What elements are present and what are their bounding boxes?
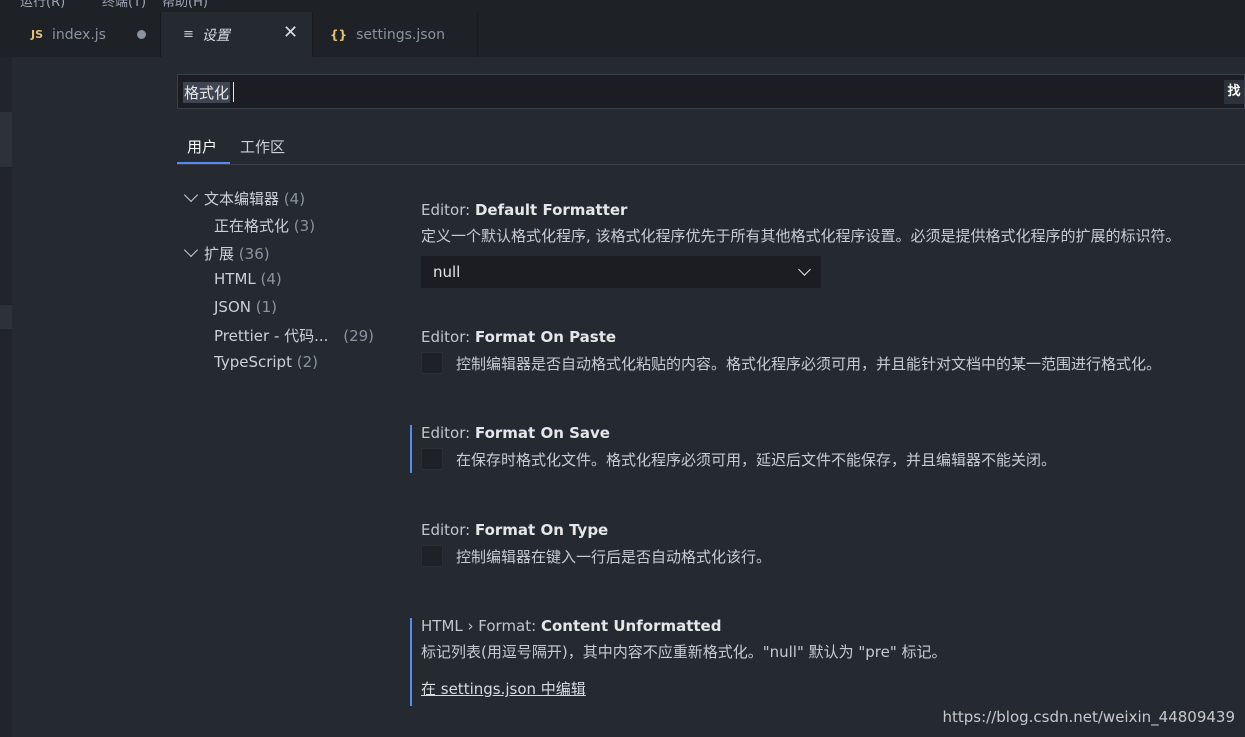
toc-count: (1) [255, 298, 278, 316]
setting-name: Format On Save [474, 424, 610, 442]
chevron-down-icon[interactable] [183, 242, 199, 258]
setting-description: 在保存时格式化文件。格式化程序必须可用，延迟后文件不能保存，并且编辑器不能关闭。 [456, 450, 1057, 469]
default-formatter-select[interactable]: null [421, 256, 821, 288]
setting-name: Content Unformatted [540, 617, 722, 635]
setting-format-on-type: Editor: Format On Type 控制编辑器在键入一行后是否自动格式… [421, 521, 1245, 567]
setting-title: Editor: Format On Save [421, 424, 1245, 442]
menu-bar: 运行(R) 终端(T) 帮助(H) [0, 0, 1245, 12]
setting-description: 标记列表(用逗号隔开)，其中内容不应重新格式化。"null" 默认为 "pre"… [421, 643, 947, 661]
toc-count: (2) [296, 353, 318, 371]
select-value: null [433, 263, 461, 281]
tab-label: settings.json [356, 26, 445, 43]
setting-description: 定义一个默认格式化程序, 该格式化程序优先于所有其他格式化程序设置。必须是提供格… [421, 227, 1181, 245]
toc-label: 文本编辑器 [204, 190, 280, 208]
toc-count: (3) [293, 217, 316, 235]
menu-item-help[interactable]: 帮助(H) [162, 0, 208, 10]
setting-category: Editor: [421, 521, 475, 539]
tab-settings[interactable]: ≡ 设置 ✕ [161, 12, 313, 57]
search-input-value: 格式化 [183, 82, 231, 103]
tab-index-js[interactable]: JS index.js [0, 12, 161, 57]
setting-name: Default Formatter [474, 201, 628, 219]
toc-item-prettier[interactable]: Prettier - 代码... (29) [214, 325, 374, 346]
setting-category: Editor: [421, 201, 475, 219]
close-icon[interactable]: ✕ [283, 22, 298, 43]
chevron-down-icon[interactable] [183, 187, 199, 203]
tab-user[interactable]: 用户 [187, 136, 217, 157]
settings-search-input[interactable]: 格式化 找 [177, 74, 1245, 109]
tab-workspace[interactable]: 工作区 [240, 136, 285, 157]
toc-item-formatting[interactable]: 正在格式化 (3) [214, 215, 315, 236]
toc-count: (29) [343, 327, 375, 345]
side-bar-edge [0, 57, 12, 737]
toc-label: TypeScript [214, 353, 292, 371]
tab-label: 设置 [201, 27, 230, 44]
toc-count: (4) [283, 190, 306, 208]
search-side-button[interactable]: 找 [1224, 80, 1244, 104]
toc-item-text-editor[interactable]: 文本编辑器 (4) [183, 187, 306, 209]
editor-tab-bar: JS index.js ≡ 设置 ✕ {} settings.json [0, 12, 1245, 57]
setting-format-on-paste: Editor: Format On Paste 控制编辑器是否自动格式化粘贴的内… [421, 328, 1245, 374]
json-braces-icon: {} [330, 27, 348, 42]
modified-indicator [410, 425, 412, 473]
setting-default-formatter: Editor: Default Formatter 定义一个默认格式化程序, 该… [421, 201, 1245, 246]
toc-item-json[interactable]: JSON (1) [214, 298, 277, 316]
watermark-url: https://blog.csdn.net/weixin_44809439 [942, 708, 1235, 726]
setting-name: Format On Type [474, 521, 609, 539]
format-on-save-checkbox[interactable] [421, 448, 443, 470]
setting-description: 控制编辑器是否自动格式化粘贴的内容。格式化程序必须可用，并且能针对文档中的某一范… [456, 354, 1162, 373]
chevron-down-icon [798, 263, 811, 276]
javascript-file-icon: JS [31, 28, 44, 41]
setting-checkbox-row: 控制编辑器在键入一行后是否自动格式化该行。 [421, 545, 1245, 567]
menu-item-terminal[interactable]: 终端(T) [102, 0, 146, 10]
format-on-type-checkbox[interactable] [421, 545, 443, 567]
settings-lines-icon: ≡ [183, 27, 194, 42]
modified-indicator [410, 618, 412, 706]
unsaved-dot-icon[interactable] [137, 30, 146, 39]
settings-scope-tabs: 用户 工作区 [177, 128, 1245, 165]
setting-description: 控制编辑器在键入一行后是否自动格式化该行。 [456, 547, 772, 566]
toc-label: Prettier - 代码... [214, 327, 329, 345]
toc-label: HTML [214, 270, 256, 288]
toc-label: 扩展 [204, 245, 235, 263]
setting-category: HTML › Format: [421, 617, 541, 635]
setting-name: Format On Paste [474, 328, 617, 346]
setting-title: Editor: Format On Paste [421, 328, 1245, 346]
setting-checkbox-row: 控制编辑器是否自动格式化粘贴的内容。格式化程序必须可用，并且能针对文档中的某一范… [421, 352, 1245, 374]
text-caret [233, 82, 234, 102]
toc-item-html[interactable]: HTML (4) [214, 270, 282, 288]
setting-title: Editor: Default Formatter [421, 201, 1245, 219]
setting-format-on-save: Editor: Format On Save 在保存时格式化文件。格式化程序必须… [421, 424, 1245, 470]
tab-label: index.js [52, 26, 106, 43]
setting-category: Editor: [421, 328, 475, 346]
toc-count: (4) [260, 270, 282, 288]
active-tab-underline [177, 162, 230, 164]
toc-count: (36) [238, 245, 270, 263]
side-bar-row [0, 112, 12, 167]
edit-in-settings-json-link[interactable]: 在 settings.json 中编辑 [421, 678, 1245, 699]
toc-label: JSON [214, 298, 251, 316]
setting-title: HTML › Format: Content Unformatted [421, 617, 1245, 635]
format-on-paste-checkbox[interactable] [421, 352, 443, 374]
setting-category: Editor: [421, 424, 475, 442]
setting-html-content-unformatted: HTML › Format: Content Unformatted 标记列表(… [421, 617, 1245, 699]
setting-checkbox-row: 在保存时格式化文件。格式化程序必须可用，延迟后文件不能保存，并且编辑器不能关闭。 [421, 448, 1245, 470]
toc-item-extensions[interactable]: 扩展 (36) [183, 242, 270, 264]
setting-title: Editor: Format On Type [421, 521, 1245, 539]
side-bar-selected-row [0, 305, 12, 329]
tab-settings-json[interactable]: {} settings.json [313, 12, 478, 57]
menu-item-run[interactable]: 运行(R) [20, 0, 65, 10]
toc-item-typescript[interactable]: TypeScript (2) [214, 353, 318, 371]
toc-label: 正在格式化 [214, 217, 290, 235]
